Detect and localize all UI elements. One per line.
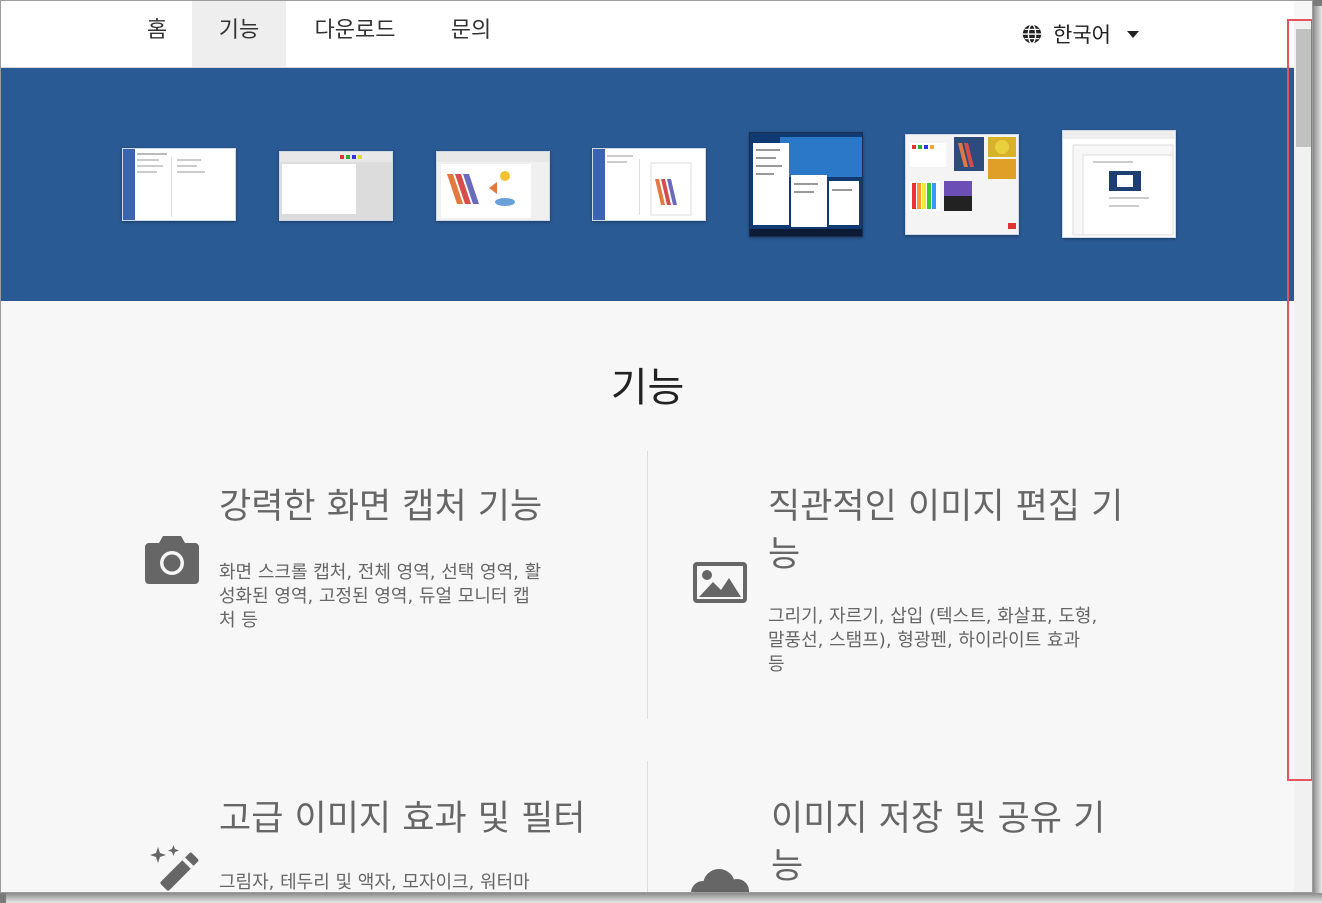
scrollbar-highlight-box [1287,19,1312,781]
image-icon [693,562,747,603]
magic-wand-icon [150,845,199,891]
language-label: 한국어 [1053,23,1111,47]
top-nav: 홈 기능 다운로드 문의 한국어 [1,1,1294,68]
cloud-icon [691,869,749,892]
chevron-down-icon [1126,30,1139,38]
column-divider [647,761,648,892]
section-title: 기능 [610,365,685,411]
screenshot-thumbnail[interactable] [1062,130,1176,238]
window-shadow [6,893,1322,903]
screenshot-thumbnail[interactable] [279,151,393,221]
app-window-preview [437,152,549,220]
feature-title: 직관적인 이미지 편집 기 능 [768,487,1124,575]
feature-title: 이미지 저장 및 공유 기 능 [771,799,1106,887]
app-window-preview [906,135,1018,234]
app-window-preview [123,149,205,220]
nav-features[interactable]: 기능 [192,1,286,67]
screenshot-thumbnail[interactable] [592,148,706,221]
app-window-preview [280,152,392,220]
app-window-preview [593,149,692,220]
feature-description: 화면 스크롤 캡처, 전체 영역, 선택 영역, 활 성화된 영역, 고정된 영… [219,562,542,631]
screenshot-thumbnail[interactable] [905,134,1019,235]
language-selector[interactable]: 한국어 [1021,1,1139,67]
app-window-preview [750,133,862,236]
camera-icon [145,536,199,584]
nav-contact[interactable]: 문의 [433,1,509,67]
nav-home[interactable]: 홈 [133,1,181,67]
hero-banner [1,68,1294,301]
window-shadow [1313,6,1322,903]
screenshot-thumbnail[interactable] [436,151,550,221]
screenshot-thumbnail[interactable] [749,132,863,237]
feature-description: 그리기, 자르기, 삽입 (텍스트, 화살표, 도형, 말풍선, 스탬프), 형… [768,606,1098,675]
feature-title: 고급 이미지 효과 및 필터 [219,799,586,839]
browser-window: 홈 기능 다운로드 문의 한국어 기능 강력한 화면 캡처 기능 화면 스크롤 … [0,0,1313,893]
app-window-preview [1063,131,1175,237]
feature-description: 그림자, 테두리 및 액자, 모자이크, 워터마 [219,872,530,893]
feature-title: 강력한 화면 캡처 기능 [219,487,543,527]
globe-icon [1022,24,1042,44]
screenshot-thumbnail[interactable] [122,148,236,221]
column-divider [647,451,648,719]
nav-download[interactable]: 다운로드 [297,1,413,67]
